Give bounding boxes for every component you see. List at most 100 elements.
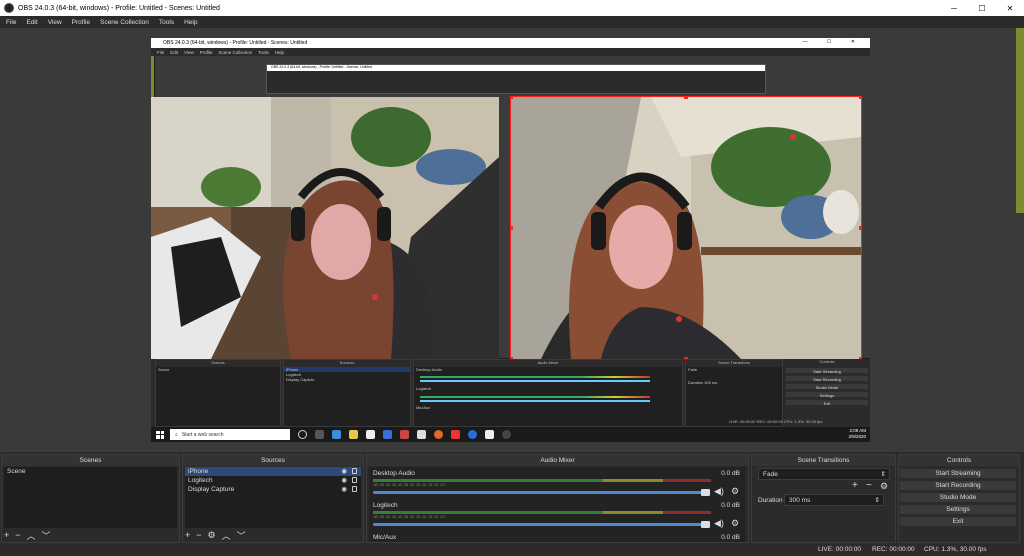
source-item-display-capture[interactable]: Display Capture ◉ <box>185 485 361 494</box>
store-icon <box>366 430 375 439</box>
captured-slider <box>420 380 650 382</box>
menu-help[interactable]: Help <box>184 19 197 26</box>
windows-start-icon <box>156 430 164 439</box>
add-source-button[interactable]: + <box>185 530 190 540</box>
volume-slider-logitech[interactable] <box>373 523 703 526</box>
move-source-down-button[interactable]: ﹀ <box>237 529 246 542</box>
captured-search-box: ⌕ Start a web search <box>170 429 290 440</box>
captured-taskbar: ⌕ Start a web search 2:08 AM 2/9/2020 <box>151 427 870 442</box>
channel-db-logitech: 0.0 dB <box>721 502 740 509</box>
lock-icon[interactable] <box>352 468 357 474</box>
volume-slider-desktop-audio[interactable] <box>373 491 703 494</box>
transitions-title: Scene Transitions <box>752 455 895 466</box>
meter-ticks: -60 -55 -50 -45 -40 -35 -30 -25 -20 -15 … <box>373 515 446 519</box>
minimize-button[interactable]: ─ <box>940 0 968 16</box>
scenes-dock: Scenes Scene + − ︿ ﹀ <box>1 454 180 543</box>
captured-button: Start Streaming <box>785 367 869 374</box>
flag-icon <box>400 430 409 439</box>
duration-value: 300 ms <box>789 497 811 504</box>
transition-select[interactable]: Fade ⇕ <box>758 468 890 480</box>
audio-mixer-dock: Audio Mixer Desktop Audio 0.0 dB -60 -55… <box>366 454 749 543</box>
channel-db-mic-aux: 0.0 dB <box>721 534 740 541</box>
remove-scene-button[interactable]: − <box>15 530 20 540</box>
captured-menu-item: Tools <box>258 49 269 55</box>
visibility-eye-icon[interactable]: ◉ <box>341 485 347 494</box>
channel-name-logitech: Logitech <box>373 502 398 509</box>
menu-view[interactable]: View <box>48 19 62 26</box>
menu-bar: File Edit View Profile Scene Collection … <box>0 16 1024 28</box>
cpu-status: CPU: 1.3%, 30.00 fps <box>924 546 987 553</box>
menu-file[interactable]: File <box>6 19 16 26</box>
exit-button[interactable]: Exit <box>899 516 1017 527</box>
captured-dock-title: Controls <box>785 359 869 366</box>
transform-handle[interactable] <box>511 97 513 99</box>
transform-handle[interactable] <box>511 226 513 230</box>
menu-tools[interactable]: Tools <box>159 19 174 26</box>
transition-selected-value: Fade <box>763 471 778 478</box>
scene-item[interactable]: Scene <box>4 467 177 476</box>
transform-handle[interactable] <box>859 226 861 230</box>
app-icon <box>451 430 460 439</box>
menu-edit[interactable]: Edit <box>26 19 37 26</box>
captured-meter <box>420 396 650 398</box>
lock-icon[interactable] <box>352 486 357 492</box>
volume-slider-handle[interactable] <box>701 521 710 528</box>
task-view-icon <box>315 430 324 439</box>
remove-source-button[interactable]: − <box>196 530 201 540</box>
visibility-eye-icon[interactable]: ◉ <box>341 476 347 485</box>
volume-meter-desktop-audio <box>373 479 711 482</box>
captured-transition-select: Fade <box>688 367 698 372</box>
captured-dock-title: Scenes <box>156 360 280 367</box>
visibility-eye-icon[interactable]: ◉ <box>341 467 347 476</box>
speaker-volume-icon[interactable]: ◀) <box>714 518 724 529</box>
add-transition-button[interactable]: + <box>852 480 858 491</box>
source-item-iphone[interactable]: iPhone ◉ <box>185 467 361 476</box>
menu-profile[interactable]: Profile <box>72 19 90 26</box>
move-source-up-button[interactable]: ︿ <box>222 529 231 542</box>
captured-menu-item: Profile <box>199 49 213 55</box>
status-bar: LIVE: 00:00:00 REC: 00:00:00 CPU: 1.3%, … <box>0 543 1024 556</box>
captured-dock-title: Audio Mixer <box>414 360 682 367</box>
close-button[interactable]: ✕ <box>996 0 1024 16</box>
captured-menu-bar: File Edit View Profile Scene Collection … <box>151 48 870 56</box>
remove-transition-button[interactable]: − <box>866 480 872 491</box>
captured-list-item: Display Capture <box>286 377 315 382</box>
add-scene-button[interactable]: + <box>4 530 9 540</box>
transform-handle[interactable] <box>684 97 688 99</box>
meter-ticks: -60 -55 -50 -45 -40 -35 -30 -25 -20 -15 … <box>373 483 446 487</box>
captured-status: LIVE: 00:00:00 REC: 00:00:00 CPU: 1.3%, … <box>729 419 823 424</box>
source-properties-gear-icon[interactable]: ⚙ <box>208 530 216 541</box>
start-streaming-button[interactable]: Start Streaming <box>899 468 1017 479</box>
volume-slider-handle[interactable] <box>701 489 710 496</box>
captured-button: Exit <box>785 399 869 406</box>
speaker-volume-icon[interactable]: ◀) <box>714 486 724 497</box>
maximize-button[interactable]: ☐ <box>968 0 996 16</box>
captured-duration-value: 300 ms <box>704 380 718 385</box>
scenes-list[interactable]: Scene <box>4 467 177 528</box>
logitech-webcam-source[interactable] <box>151 97 499 359</box>
webcam-image-left <box>151 97 499 359</box>
duration-input[interactable]: 300 ms ⇕ <box>784 494 884 506</box>
move-scene-up-button[interactable]: ︿ <box>27 529 36 542</box>
sources-list[interactable]: iPhone ◉ Logitech ◉ Display Capture ◉ <box>185 467 361 528</box>
settings-button[interactable]: Settings <box>899 504 1017 515</box>
channel-settings-gear-icon[interactable]: ⚙ <box>731 518 739 529</box>
file-explorer-icon <box>349 430 358 439</box>
spinbox-arrows-icon[interactable]: ⇕ <box>875 495 880 506</box>
captured-menu-item: Help <box>274 49 285 55</box>
start-recording-button[interactable]: Start Recording <box>899 480 1017 491</box>
captured-channel-label: Desktop Audio <box>416 367 442 372</box>
move-scene-down-button[interactable]: ﹀ <box>42 529 51 542</box>
menu-scene-collection[interactable]: Scene Collection <box>100 19 149 26</box>
lock-icon[interactable] <box>352 477 357 483</box>
transition-properties-gear-icon[interactable]: ⚙ <box>880 481 888 492</box>
captured-menu-item: Scene Collection <box>218 49 253 55</box>
transform-handle[interactable] <box>859 97 861 99</box>
iphone-camera-source[interactable] <box>510 96 862 360</box>
captured-window-title: OBS 24.0.3 (64-bit, windows) - Profile: … <box>163 40 308 46</box>
channel-settings-gear-icon[interactable]: ⚙ <box>731 486 739 497</box>
captured-menu-item: File <box>157 49 165 55</box>
source-item-logitech[interactable]: Logitech ◉ <box>185 476 361 485</box>
captured-clock: 2:08 AM 2/9/2020 <box>848 428 866 440</box>
studio-mode-button[interactable]: Studio Mode <box>899 492 1017 503</box>
